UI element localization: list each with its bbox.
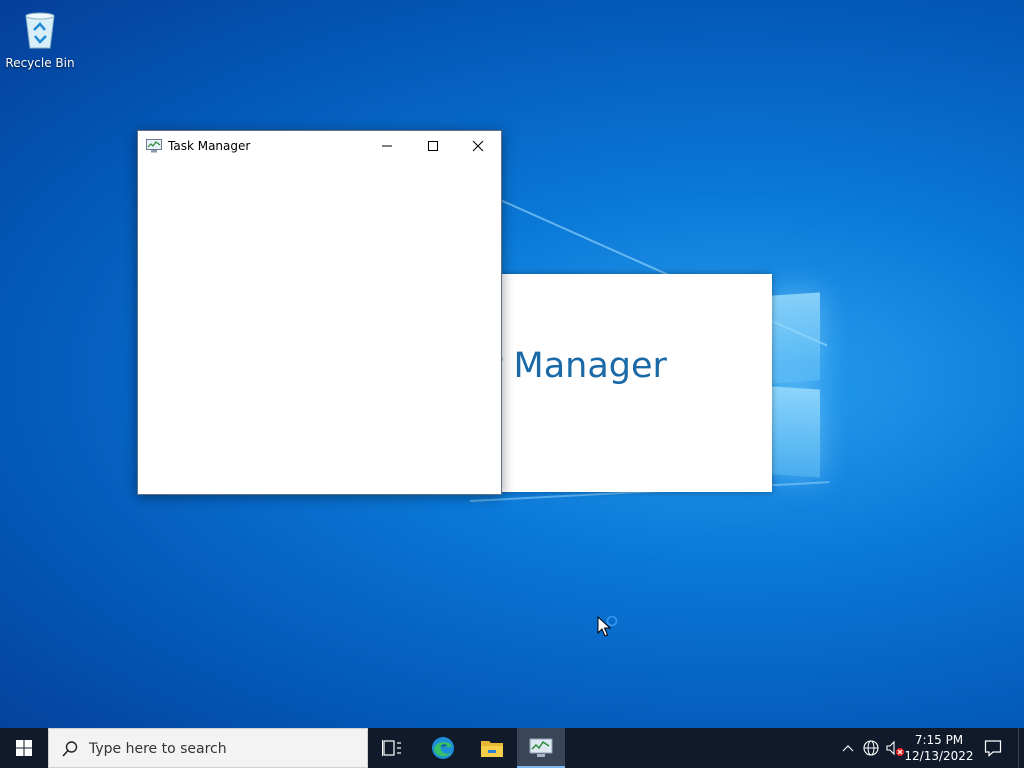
task-view-icon [382, 740, 401, 756]
file-explorer-icon [481, 741, 503, 757]
chevron-up-icon [842, 745, 854, 752]
window-title: Task Manager [168, 139, 251, 153]
mouse-cursor [597, 613, 623, 643]
show-hidden-icons-button[interactable] [838, 738, 858, 758]
desktop[interactable]: Recycle Bin r Manager Task Manager [0, 0, 1024, 728]
close-button[interactable] [455, 131, 501, 161]
clock-time: 7:15 PM [914, 733, 964, 747]
action-center-icon [984, 740, 1002, 757]
network-button[interactable] [861, 738, 881, 758]
file-explorer-taskbar-button[interactable] [468, 728, 516, 768]
edge-icon [432, 737, 454, 759]
action-center-button[interactable] [978, 728, 1008, 768]
clock[interactable]: 7:15 PM 12/13/2022 [902, 732, 976, 764]
edge-taskbar-button[interactable] [419, 728, 467, 768]
minimize-icon [382, 145, 392, 147]
windows-logo-icon [16, 740, 32, 756]
task-view-button[interactable] [368, 728, 416, 768]
windows-logo-pane [772, 386, 820, 478]
start-button[interactable] [0, 728, 48, 768]
windows-logo-pane [772, 292, 820, 384]
recycle-bin-desktop-icon[interactable]: Recycle Bin [4, 6, 76, 70]
splash-title: r Manager [500, 346, 667, 386]
network-globe-icon [863, 740, 879, 756]
search-input[interactable]: Type here to search [48, 728, 368, 768]
task-manager-icon [146, 139, 162, 153]
taskbar: Type here to search 7:15 PM 12/13/2022 [0, 728, 1024, 768]
close-icon [472, 140, 484, 152]
minimize-button[interactable] [364, 131, 410, 161]
server-manager-splash: r Manager [500, 274, 772, 492]
maximize-icon [428, 141, 438, 151]
busy-cursor-icon [597, 615, 618, 637]
clock-date: 12/13/2022 [904, 749, 974, 763]
recycle-bin-label: Recycle Bin [5, 56, 75, 70]
maximize-button[interactable] [410, 131, 456, 161]
task-manager-icon [529, 738, 553, 757]
task-manager-window[interactable]: Task Manager [137, 130, 502, 495]
window-content [138, 161, 501, 494]
search-placeholder: Type here to search [89, 741, 227, 757]
show-desktop-button[interactable] [1018, 728, 1024, 768]
recycle-bin-icon [25, 12, 55, 49]
search-icon [62, 741, 78, 757]
title-bar[interactable]: Task Manager [138, 131, 501, 161]
task-manager-taskbar-button[interactable] [517, 728, 565, 768]
